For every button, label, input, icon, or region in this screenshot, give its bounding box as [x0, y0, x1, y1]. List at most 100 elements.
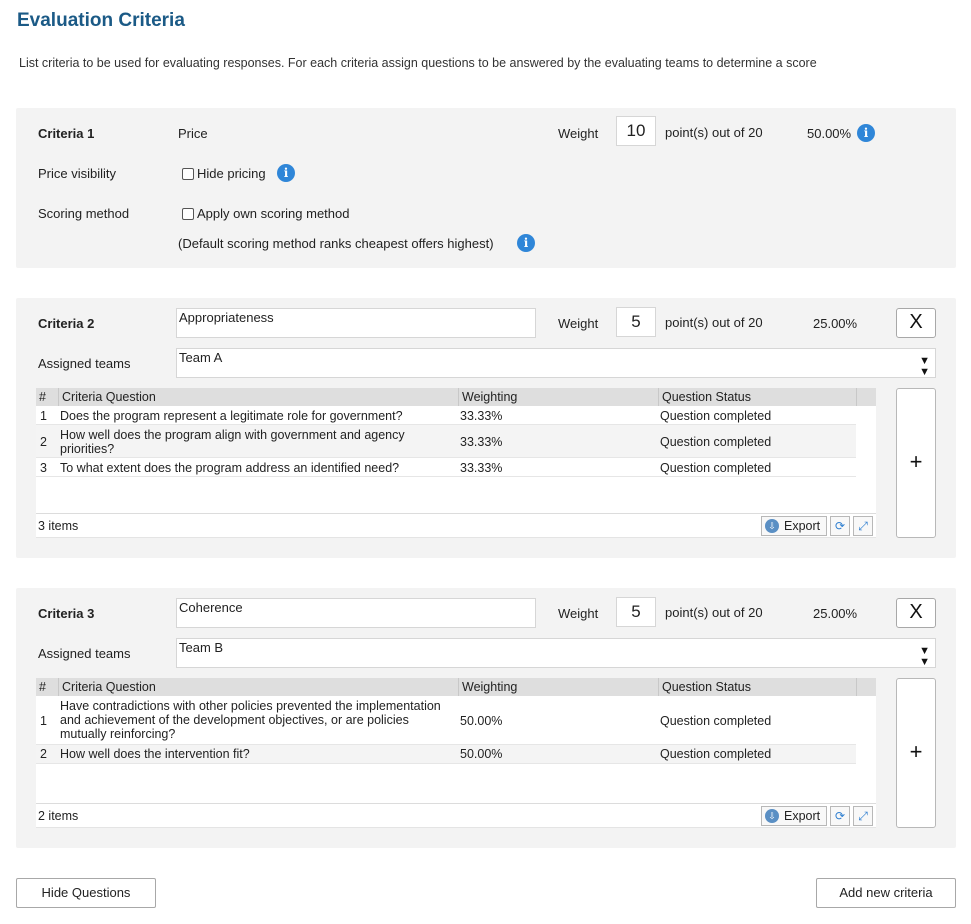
row-status: Question completed: [660, 747, 772, 761]
criteria-2-teams-dropdown[interactable]: Team A ▼ ▼: [176, 348, 936, 378]
default-scoring-note: (Default scoring method ranks cheapest o…: [178, 236, 494, 251]
criteria-3-remove-button[interactable]: X: [896, 598, 936, 628]
row-weighting: 50.00%: [460, 714, 503, 728]
row-weighting: 50.00%: [460, 747, 503, 761]
row-number: 1: [40, 409, 47, 423]
criteria-3-label: Criteria 3: [38, 606, 95, 621]
criteria-3-teams-value: Team B: [179, 640, 224, 655]
page-title: Evaluation Criteria: [17, 10, 185, 31]
row-question: Have contradictions with other policies …: [60, 699, 441, 741]
hide-pricing-checkbox[interactable]: [182, 168, 194, 180]
criteria-3-questions-grid: # Criteria Question Weighting Question S…: [36, 678, 876, 828]
grid-header: # Criteria Question Weighting Question S…: [36, 388, 876, 406]
row-weighting: 33.33%: [460, 435, 503, 449]
criteria-2-remove-button[interactable]: X: [896, 308, 936, 338]
row-question: How well does the program align with gov…: [60, 428, 405, 456]
criteria-2-points-text: point(s) out of 20: [665, 315, 763, 330]
row-number: 2: [40, 435, 47, 449]
double-chevron-down-icon: ▼ ▼: [919, 645, 930, 668]
table-row[interactable]: 1 Does the program represent a legitimat…: [36, 406, 856, 425]
col-question-status[interactable]: Question Status: [658, 388, 856, 406]
col-number[interactable]: #: [36, 388, 58, 406]
criteria-3-points-text: point(s) out of 20: [665, 605, 763, 620]
row-number: 2: [40, 747, 47, 761]
add-new-criteria-button[interactable]: Add new criteria: [816, 878, 956, 908]
expand-icon[interactable]: ⤢: [853, 806, 873, 826]
grid-footer: 2 items ⇩ Export ⟳ ⤢: [36, 803, 876, 827]
criteria-3-teams-label: Assigned teams: [38, 646, 131, 661]
criteria-3-name-input[interactable]: Coherence: [176, 598, 536, 628]
criteria-2-panel: Criteria 2 Appropriateness Weight 5 poin…: [16, 298, 956, 558]
grid-footer: 3 items ⇩ Export ⟳ ⤢: [36, 513, 876, 537]
item-count: 2 items: [38, 809, 79, 823]
criteria-1-weight-label: Weight: [558, 126, 599, 141]
col-number[interactable]: #: [36, 678, 58, 696]
export-label: Export: [784, 519, 821, 533]
criteria-3-weight-input[interactable]: 5: [616, 597, 656, 627]
col-question-status[interactable]: Question Status: [658, 678, 856, 696]
row-status: Question completed: [660, 461, 772, 475]
row-status: Question completed: [660, 714, 772, 728]
double-chevron-down-icon: ▼ ▼: [919, 355, 930, 378]
row-status: Question completed: [660, 435, 772, 449]
row-question: Does the program represent a legitimate …: [60, 409, 403, 423]
apply-own-scoring-label[interactable]: Apply own scoring method: [197, 206, 349, 221]
row-number: 1: [40, 714, 47, 728]
criteria-2-weight-input[interactable]: 5: [616, 307, 656, 337]
table-row[interactable]: 3 To what extent does the program addres…: [36, 458, 856, 477]
add-question-button[interactable]: +: [896, 678, 936, 828]
criteria-3-weight-label: Weight: [558, 606, 599, 621]
table-row[interactable]: 2 How well does the intervention fit? 50…: [36, 745, 856, 764]
item-count: 3 items: [38, 519, 79, 533]
hide-pricing-label[interactable]: Hide pricing: [197, 166, 266, 181]
row-weighting: 33.33%: [460, 409, 503, 423]
page-description: List criteria to be used for evaluating …: [19, 56, 817, 70]
criteria-2-name-input[interactable]: Appropriateness: [176, 308, 536, 338]
col-criteria-question[interactable]: Criteria Question: [58, 678, 458, 696]
export-button[interactable]: ⇩ Export: [761, 516, 827, 536]
row-status: Question completed: [660, 409, 772, 423]
col-criteria-question[interactable]: Criteria Question: [58, 388, 458, 406]
criteria-1-panel: Criteria 1 Price Weight 10 point(s) out …: [16, 108, 956, 268]
criteria-1-weight-info-icon[interactable]: i: [857, 124, 875, 142]
criteria-2-percent: 25.00%: [813, 316, 858, 331]
row-weighting: 33.33%: [460, 461, 503, 475]
col-spacer: [856, 388, 876, 406]
download-icon: ⇩: [765, 519, 779, 533]
price-visibility-label: Price visibility: [38, 166, 117, 181]
criteria-3-panel: Criteria 3 Coherence Weight 5 point(s) o…: [16, 588, 956, 848]
add-question-button[interactable]: +: [896, 388, 936, 538]
hide-questions-button[interactable]: Hide Questions: [16, 878, 156, 908]
hide-pricing-info-icon[interactable]: i: [277, 164, 295, 182]
criteria-2-label: Criteria 2: [38, 316, 95, 331]
criteria-1-name: Price: [178, 126, 208, 141]
criteria-1-points-text: point(s) out of 20: [665, 125, 763, 140]
criteria-3-percent: 25.00%: [813, 606, 858, 621]
default-scoring-info-icon[interactable]: i: [517, 234, 535, 252]
export-label: Export: [784, 809, 821, 823]
refresh-icon[interactable]: ⟳: [830, 516, 850, 536]
criteria-1-label: Criteria 1: [38, 126, 95, 141]
grid-header: # Criteria Question Weighting Question S…: [36, 678, 876, 696]
refresh-icon[interactable]: ⟳: [830, 806, 850, 826]
row-question: How well does the intervention fit?: [60, 747, 250, 761]
row-question: To what extent does the program address …: [60, 461, 400, 475]
criteria-1-percent: 50.00%: [807, 126, 852, 141]
col-weighting[interactable]: Weighting: [458, 678, 658, 696]
criteria-2-teams-label: Assigned teams: [38, 356, 131, 371]
criteria-2-questions-grid: # Criteria Question Weighting Question S…: [36, 388, 876, 538]
criteria-2-weight-label: Weight: [558, 316, 599, 331]
table-row[interactable]: 2 How well does the program align with g…: [36, 425, 856, 458]
criteria-2-teams-value: Team A: [179, 350, 223, 365]
row-number: 3: [40, 461, 47, 475]
criteria-3-teams-dropdown[interactable]: Team B ▼ ▼: [176, 638, 936, 668]
download-icon: ⇩: [765, 809, 779, 823]
export-button[interactable]: ⇩ Export: [761, 806, 827, 826]
apply-own-scoring-checkbox[interactable]: [182, 208, 194, 220]
col-spacer: [856, 678, 876, 696]
expand-icon[interactable]: ⤢: [853, 516, 873, 536]
scoring-method-label: Scoring method: [38, 206, 130, 221]
table-row[interactable]: 1 Have contradictions with other policie…: [36, 696, 856, 745]
col-weighting[interactable]: Weighting: [458, 388, 658, 406]
criteria-1-weight-input[interactable]: 10: [616, 116, 656, 146]
